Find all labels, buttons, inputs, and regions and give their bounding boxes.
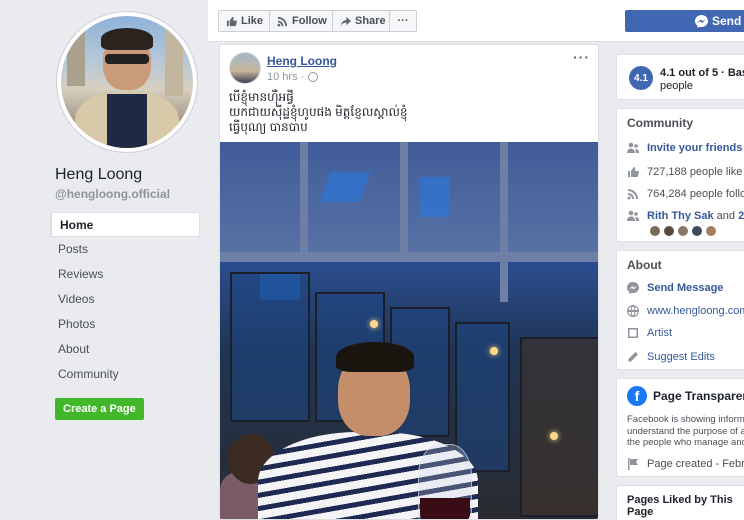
nav-item-about[interactable]: About xyxy=(50,337,200,362)
category-link[interactable]: Artist xyxy=(647,327,672,339)
post-author-avatar[interactable] xyxy=(229,52,261,84)
page-nav: Home Posts Reviews Videos Photos About C… xyxy=(50,212,200,387)
rss-icon xyxy=(277,16,288,27)
likes-count-text: 727,188 people like th xyxy=(647,166,744,178)
follows-count-text: 764,284 people follow xyxy=(647,188,744,200)
post-timestamp[interactable]: 10 hrs · xyxy=(267,71,319,83)
rating-card[interactable]: 4.1 4.1 out of 5 · Based people xyxy=(616,54,744,100)
friend-name-link[interactable]: Rith Thy Sak xyxy=(647,210,714,222)
about-website-row[interactable]: www.hengloong.com xyxy=(627,305,744,317)
people-icon xyxy=(627,210,639,221)
left-column: Heng Loong @hengloong.official Home Post… xyxy=(0,0,208,520)
about-send-message-link[interactable]: Send Message xyxy=(647,282,723,294)
page-created-row: Page created - Februar xyxy=(627,458,744,470)
friend-avatars xyxy=(649,225,717,237)
nav-item-photos[interactable]: Photos xyxy=(50,312,200,337)
friend-avatar[interactable] xyxy=(705,225,717,237)
rating-line-2: people xyxy=(660,80,694,92)
community-card: Community Invite your friends to 727,188… xyxy=(616,108,744,242)
about-card: About Send Message www.hengloong.com Art… xyxy=(616,250,744,370)
like-label: Like xyxy=(241,15,264,27)
pages-liked-card: Pages Liked by This Page xyxy=(616,485,744,520)
invite-friends-row[interactable]: Invite your friends to xyxy=(627,142,744,154)
follows-row: 764,284 people follow xyxy=(627,188,744,200)
post-options-button[interactable]: ··· xyxy=(573,49,590,65)
pages-liked-title: Pages Liked by This Page xyxy=(627,494,733,518)
messenger-icon xyxy=(627,282,639,294)
post-photo[interactable] xyxy=(220,142,598,519)
friends-text: Rith Thy Sak and 285 xyxy=(647,210,744,222)
send-message-label: Send M xyxy=(712,14,744,28)
send-message-button[interactable]: Send M xyxy=(625,10,744,32)
globe-icon xyxy=(627,305,639,317)
create-page-button[interactable]: Create a Page xyxy=(55,398,144,420)
transparency-title: Page Transparenc xyxy=(653,389,744,403)
share-icon xyxy=(340,16,351,26)
friend-avatar[interactable] xyxy=(649,225,661,237)
post-text-line: ធ្វើបុណ្យ បានបាប xyxy=(229,120,308,134)
share-button[interactable]: Share xyxy=(332,10,394,32)
post-text: បើខ្ញុំមានហ៊ឺអផ្វី យកជាយស៊ីដ្ឋខ្ញុំហូបផង… xyxy=(229,90,408,135)
nav-item-home[interactable]: Home xyxy=(50,212,200,237)
follow-label: Follow xyxy=(292,15,327,27)
people-icon xyxy=(627,142,639,153)
page-name[interactable]: Heng Loong xyxy=(55,166,142,184)
friends-and: and xyxy=(713,210,739,222)
nav-item-reviews[interactable]: Reviews xyxy=(50,262,200,287)
nav-item-posts[interactable]: Posts xyxy=(50,237,200,262)
share-label: Share xyxy=(355,15,386,27)
transparency-description: Facebook is showing informat understand … xyxy=(627,414,744,449)
profile-photo xyxy=(61,16,193,148)
transparency-line: Facebook is showing informat xyxy=(627,414,744,425)
profile-picture[interactable] xyxy=(57,12,197,152)
friends-count-link[interactable]: 285 xyxy=(738,210,744,222)
post-card: Heng Loong 10 hrs · ··· បើខ្ញុំមានហ៊ឺអផ្… xyxy=(219,44,599,520)
rating-line-1: 4.1 out of 5 · Based xyxy=(660,67,744,79)
more-actions-button[interactable]: ··· xyxy=(389,10,417,32)
pencil-icon xyxy=(628,352,638,362)
community-title: Community xyxy=(627,116,693,130)
post-text-line: យកជាយស៊ីដ្ឋខ្ញុំហូបផង មិត្តខ្ញែលស្គាល់ខ្… xyxy=(229,105,408,119)
website-link[interactable]: www.hengloong.com xyxy=(647,305,744,317)
more-label: ··· xyxy=(397,15,409,27)
page-action-bar: Like Follow Share ··· Send M xyxy=(208,0,744,42)
page-handle[interactable]: @hengloong.official xyxy=(55,187,170,201)
post-text-line: បើខ្ញុំមានហ៊ឺអផ្វី xyxy=(229,90,294,104)
flag-icon xyxy=(628,458,638,470)
about-category-row[interactable]: Artist xyxy=(627,327,672,339)
invite-friends-link[interactable]: Invite your friends to xyxy=(647,142,744,154)
page-transparency-card: f Page Transparenc Facebook is showing i… xyxy=(616,378,744,477)
friend-avatar[interactable] xyxy=(677,225,689,237)
rss-icon xyxy=(627,189,638,200)
rating-summary: 4.1 out of 5 · Based people xyxy=(660,67,744,93)
friends-row: Rith Thy Sak and 285 xyxy=(627,210,744,222)
friend-avatar[interactable] xyxy=(691,225,703,237)
transparency-line: understand the purpose of a P xyxy=(627,425,744,437)
rating-score-badge: 4.1 xyxy=(629,66,653,90)
transparency-line: the people who manage and p xyxy=(627,437,744,448)
about-message-row[interactable]: Send Message xyxy=(627,282,723,294)
facebook-icon: f xyxy=(627,386,647,406)
nav-item-community[interactable]: Community xyxy=(50,362,200,387)
likes-row: 727,188 people like th xyxy=(627,166,744,178)
thumbs-up-icon xyxy=(628,167,639,177)
post-author-name[interactable]: Heng Loong xyxy=(267,54,337,68)
page-created-text: Page created - Februar xyxy=(647,458,744,470)
globe-icon xyxy=(308,72,319,82)
friend-avatar[interactable] xyxy=(663,225,675,237)
follow-button[interactable]: Follow xyxy=(269,10,335,32)
like-button[interactable]: Like xyxy=(218,10,272,32)
nav-item-videos[interactable]: Videos xyxy=(50,287,200,312)
about-title: About xyxy=(627,258,662,272)
about-suggest-row[interactable]: Suggest Edits xyxy=(627,351,715,363)
thumbs-up-icon xyxy=(226,16,237,26)
suggest-edits-link[interactable]: Suggest Edits xyxy=(647,351,715,363)
messenger-icon xyxy=(695,14,708,28)
post-time-text: 10 hrs · xyxy=(267,71,305,83)
tag-icon xyxy=(628,328,638,338)
